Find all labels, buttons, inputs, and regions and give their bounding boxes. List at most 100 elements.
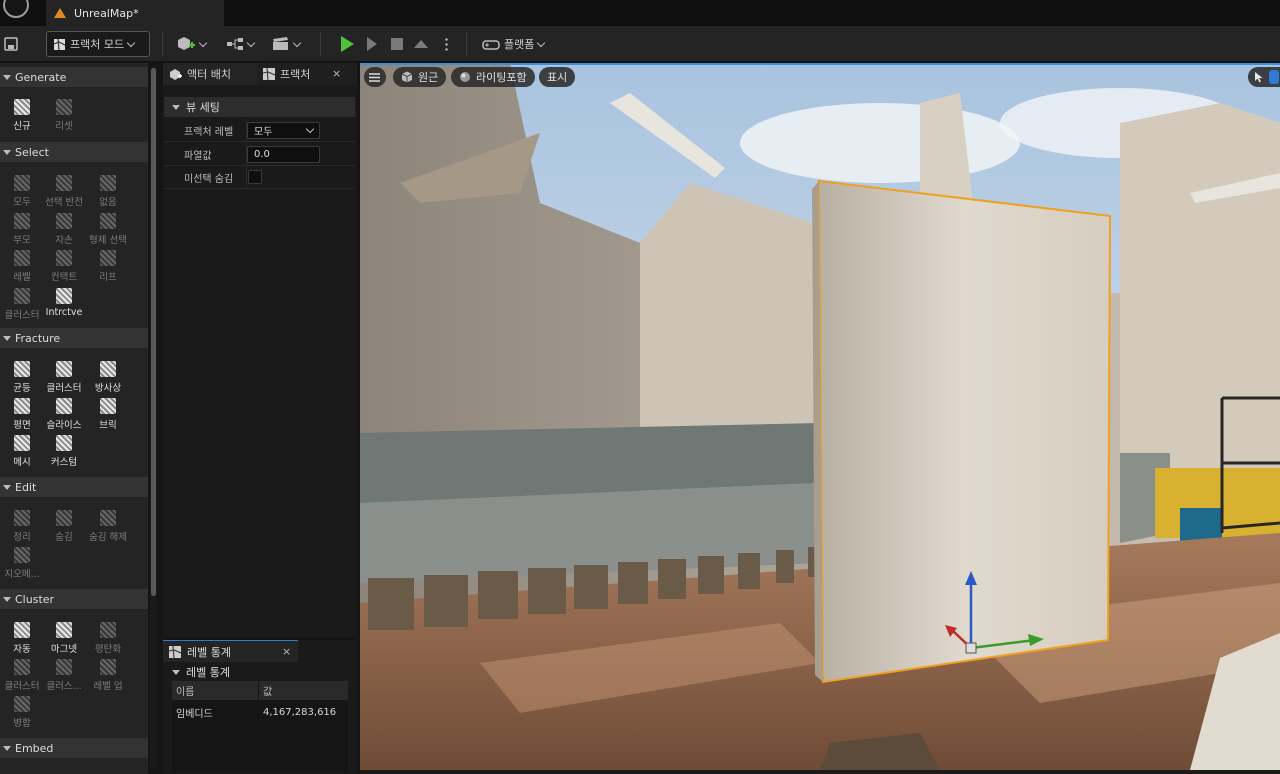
category-fracture[interactable]: Fracture	[0, 328, 148, 348]
view-settings-section[interactable]: 뷰 세팅	[164, 97, 355, 117]
tool-select-none[interactable]: 없음	[86, 175, 130, 211]
category-select[interactable]: Select	[0, 142, 148, 162]
mode-dropdown[interactable]: 프랙처 모드	[46, 31, 150, 57]
tool-merge[interactable]: 병합	[0, 696, 44, 732]
tool-label: 마그넷	[50, 644, 78, 655]
tool-leaf[interactable]: 리프	[86, 250, 130, 286]
tool-select-all[interactable]: 모두	[0, 175, 44, 211]
tool-contact[interactable]: 컨택트	[42, 250, 86, 286]
uniform-icon	[14, 361, 30, 377]
fracture-level-row: 프랙처 레벨 모두	[164, 119, 355, 142]
tool-level-up[interactable]: 레벨 업	[86, 659, 130, 695]
tool-label: 숨김	[55, 532, 73, 543]
select-all-icon	[14, 175, 30, 191]
tool-cluster[interactable]: 클러스터	[0, 659, 44, 695]
add-actor-button[interactable]	[176, 31, 208, 57]
radial-icon	[100, 361, 116, 377]
tool-brick[interactable]: 브릭	[86, 398, 130, 434]
tool-radial[interactable]: 방사상	[86, 361, 130, 397]
tool-flatten[interactable]: 평탄화	[86, 622, 130, 658]
viewport-options-button[interactable]	[364, 67, 386, 87]
platforms-dropdown[interactable]: 플랫폼	[482, 31, 546, 57]
hide-unselected-checkbox[interactable]	[248, 170, 262, 184]
category-embed[interactable]: Embed	[0, 738, 148, 758]
fracture-level-select[interactable]: 모두	[247, 122, 320, 139]
category-edit[interactable]: Edit	[0, 477, 148, 497]
lit-sphere-icon	[460, 72, 470, 82]
toolbar-divider	[320, 32, 321, 56]
select-mode-button[interactable]	[1248, 67, 1280, 87]
tool-label: 클러스...	[46, 681, 82, 692]
tool-geometry[interactable]: 지오메...	[0, 547, 44, 583]
tool-label: 클러스터	[46, 383, 82, 394]
tool-hide[interactable]: 숨김	[42, 510, 86, 546]
column-header-name[interactable]: 이름	[172, 681, 258, 700]
selected-geometry-collection[interactable]	[817, 179, 1112, 684]
main-toolbar: 프랙처 모드 플랫폼	[0, 26, 1280, 62]
perspective-dropdown[interactable]: 원근	[393, 67, 447, 87]
section-title: 레벨 통계	[186, 666, 230, 679]
tool-invert-selection[interactable]: 선택 반전	[42, 175, 86, 211]
show-flags-dropdown[interactable]: 표시	[539, 67, 576, 87]
palette-scrollbar-thumb[interactable]	[151, 68, 156, 596]
tool-children[interactable]: 자손	[42, 213, 86, 249]
hide-icon	[56, 510, 72, 526]
blueprint-button[interactable]	[226, 31, 256, 57]
tool-siblings[interactable]: 형제 선택	[86, 213, 130, 249]
view-mode-dropdown[interactable]: 라이팅포함	[451, 67, 535, 87]
tool-auto-cluster[interactable]: 자동	[0, 622, 44, 658]
tool-prune[interactable]: 정리	[0, 510, 44, 546]
tool-planar[interactable]: 평면	[0, 398, 44, 434]
title-bar: UnrealMap*	[0, 0, 1280, 26]
tool-reset[interactable]: 리셋	[42, 99, 86, 135]
play-options-button[interactable]	[445, 31, 448, 57]
tool-cluster-merge[interactable]: 클러스...	[42, 659, 86, 695]
tool-label: 리프	[99, 272, 117, 283]
eye-icon	[100, 510, 116, 526]
tab-level-stats[interactable]: 레벨 통계 ×	[163, 640, 298, 662]
tool-parent[interactable]: 부모	[0, 213, 44, 249]
category-generate[interactable]: Generate	[0, 67, 148, 87]
platforms-label: 플랫폼	[504, 38, 535, 51]
translate-mode-button[interactable]	[1269, 70, 1279, 84]
close-icon[interactable]: ×	[332, 67, 341, 80]
tab-place-actors[interactable]: 액터 배치	[163, 63, 257, 85]
tool-new[interactable]: 신규	[0, 99, 44, 135]
advance-frame-button[interactable]	[367, 31, 377, 57]
document-tab[interactable]: UnrealMap*	[46, 0, 224, 26]
explode-amount-input[interactable]: 0.0	[247, 146, 320, 163]
tool-uniform[interactable]: 균등	[0, 361, 44, 397]
step-icon	[367, 37, 377, 51]
tab-fracture[interactable]: 프랙처	[257, 63, 357, 85]
level-viewport[interactable]: 원근 라이팅포함 표시	[360, 63, 1280, 770]
mesh-icon	[14, 435, 30, 451]
cluster-icon	[14, 659, 30, 675]
level-stats-section[interactable]: 레벨 통계	[164, 662, 355, 682]
tool-label: 신규	[13, 121, 31, 132]
tool-slice[interactable]: 슬라이스	[42, 398, 86, 434]
cinematics-button[interactable]	[272, 31, 302, 57]
close-icon[interactable]: ×	[282, 645, 291, 658]
chevron-down-icon	[292, 38, 302, 47]
auto-cluster-icon	[14, 622, 30, 638]
tool-mesh[interactable]: 메시	[0, 435, 44, 471]
tool-label: 평면	[13, 420, 31, 431]
tool-custom[interactable]: 커스텀	[42, 435, 86, 471]
tool-clustered[interactable]: 클러스터	[42, 361, 86, 397]
play-button[interactable]	[341, 31, 354, 57]
category-cluster[interactable]: Cluster	[0, 589, 148, 609]
column-header-value[interactable]: 값	[259, 681, 348, 700]
tool-interactive[interactable]: Intrctve	[42, 288, 86, 324]
tool-label: 부모	[13, 235, 31, 246]
chevron-down-icon	[246, 38, 256, 47]
save-button[interactable]	[4, 31, 20, 57]
unreal-logo-icon[interactable]	[3, 0, 29, 18]
tool-magnet[interactable]: 마그넷	[42, 622, 86, 658]
tool-cluster-select[interactable]: 클러스터	[0, 288, 44, 324]
brick-icon	[100, 398, 116, 414]
tool-level[interactable]: 레벨	[0, 250, 44, 286]
explode-amount-value: 0.0	[254, 149, 270, 160]
stop-button[interactable]	[391, 31, 403, 57]
eject-button[interactable]	[414, 31, 428, 57]
tool-unhide[interactable]: 숨김 해제	[86, 510, 130, 546]
